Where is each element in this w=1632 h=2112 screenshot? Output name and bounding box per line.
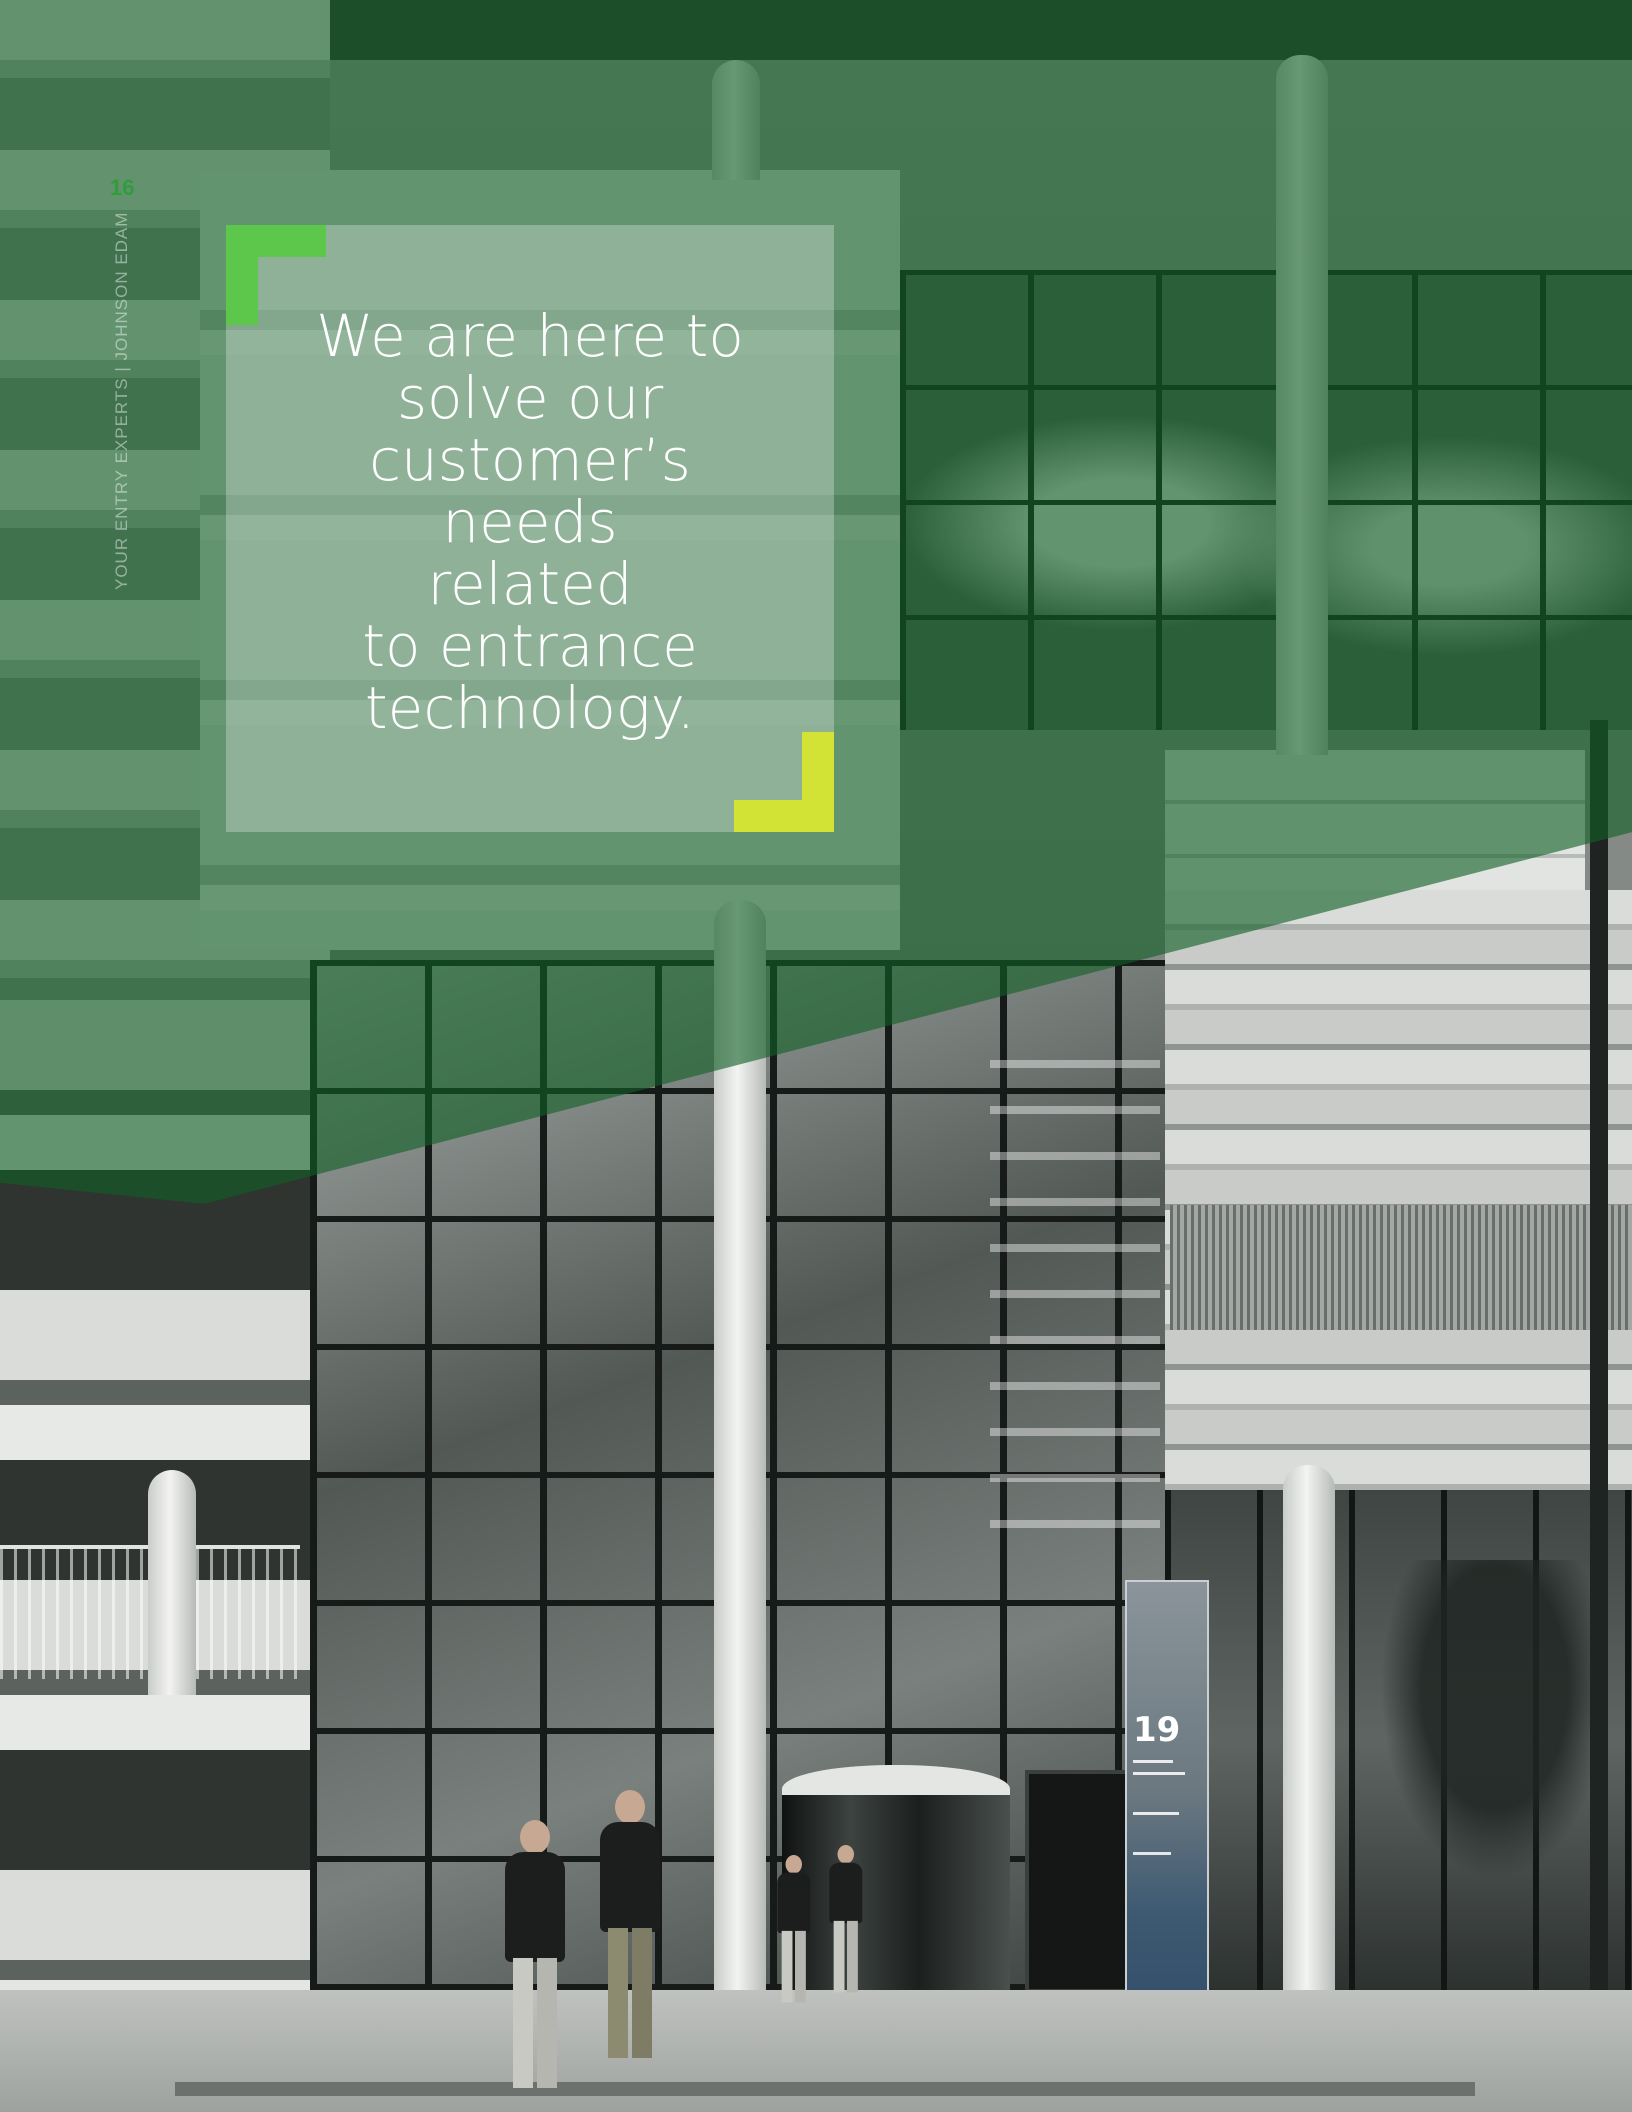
quote-text: We are here to solve our customer’s need… (266, 305, 794, 739)
brochure-page: 19 16 YOUR ENTRY EXPERTS | JOHNSON EDAM … (0, 0, 1632, 2112)
quote-line: customer’s (369, 426, 691, 494)
trees (1380, 1560, 1610, 1880)
right-building-louvers (1170, 1205, 1632, 1330)
sign-text-line (1133, 1772, 1185, 1775)
quote-line: needs (442, 488, 618, 556)
lamp-pole (1590, 720, 1608, 2112)
column (1283, 1465, 1335, 1995)
pavement-stripe (175, 2082, 1475, 2096)
quote-line: solve our (396, 364, 664, 432)
right-building-facade (1165, 890, 1632, 1490)
sign-text-line (1133, 1852, 1171, 1855)
stair-reflection (990, 1060, 1160, 1540)
quote-box: We are here to solve our customer’s need… (226, 225, 834, 832)
entrance-door (1025, 1770, 1133, 1993)
building-number: 19 (1133, 1710, 1181, 1750)
running-header: YOUR ENTRY EXPERTS | JOHNSON EDAM (112, 211, 131, 590)
building-sign-pylon: 19 (1125, 1580, 1209, 2054)
quote-line: to entrance (362, 612, 698, 680)
column (148, 1470, 196, 1695)
revolving-door (782, 1765, 1010, 2020)
bracket-bottom-right-icon (734, 732, 834, 832)
pedestrian (585, 1790, 675, 2080)
quote-line: technology. (364, 674, 696, 742)
pedestrian (495, 1820, 575, 2090)
sign-text-line (1133, 1760, 1173, 1763)
quote-line: We are here to (316, 302, 744, 370)
quote-line: related (427, 550, 633, 618)
page-number: 16 (110, 175, 135, 200)
sign-text-line (1133, 1812, 1179, 1815)
pedestrian (777, 1855, 811, 2003)
pedestrian (829, 1845, 863, 1993)
